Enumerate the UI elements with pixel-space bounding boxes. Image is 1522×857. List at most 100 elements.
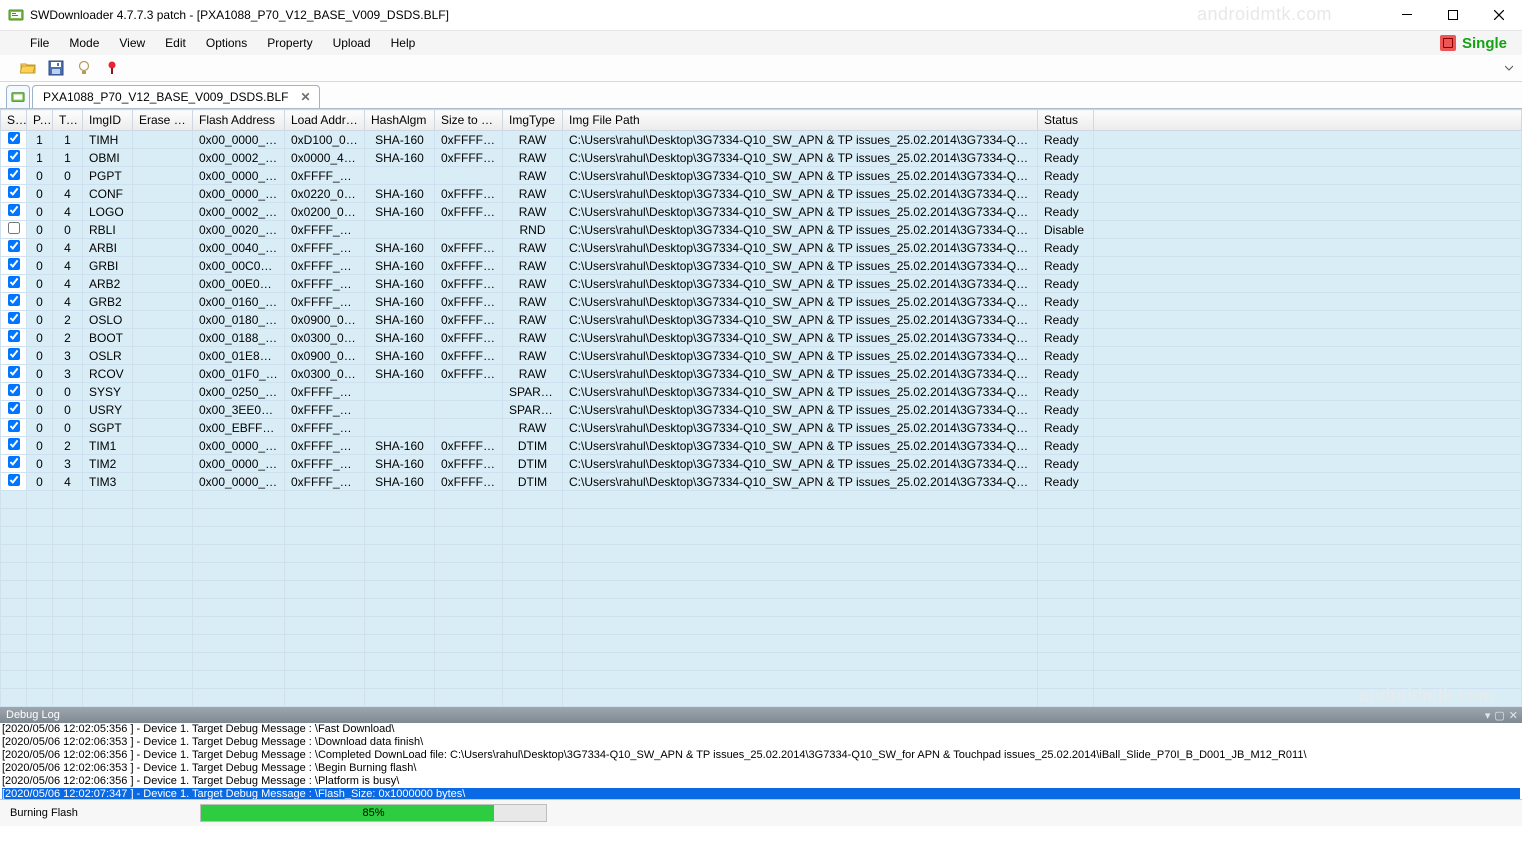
row-checkbox[interactable] <box>1 257 27 275</box>
cell-type: RAW <box>503 419 563 437</box>
debug-log[interactable]: [2020/05/06 12:02:05:356 ] - Device 1. T… <box>0 723 1522 799</box>
row-checkbox[interactable] <box>1 473 27 491</box>
col-path[interactable]: Img File Path <box>563 110 1038 131</box>
row-checkbox[interactable] <box>1 149 27 167</box>
col-p[interactable]: P... <box>27 110 53 131</box>
menu-help[interactable]: Help <box>381 33 426 53</box>
row-checkbox[interactable] <box>1 383 27 401</box>
table-row[interactable]: 03RCOV0x00_01F0_00000x0300_0000SHA-1600x… <box>1 365 1522 383</box>
menu-upload[interactable]: Upload <box>323 33 381 53</box>
col-spacer <box>1094 110 1522 131</box>
cell-hash: SHA-160 <box>365 365 435 383</box>
cell-size <box>435 383 503 401</box>
cell-p: 0 <box>27 221 53 239</box>
pin-button[interactable] <box>102 58 122 78</box>
cell-imgid: ARB2 <box>83 275 133 293</box>
save-button[interactable] <box>46 58 66 78</box>
col-imgid[interactable]: ImgID <box>83 110 133 131</box>
row-checkbox[interactable] <box>1 347 27 365</box>
col-flash[interactable]: Flash Address <box>193 110 285 131</box>
table-row[interactable]: 02BOOT0x00_0188_00000x0300_0000SHA-1600x… <box>1 329 1522 347</box>
row-checkbox[interactable] <box>1 203 27 221</box>
table-row[interactable]: 00RBLI0x00_0020_00000xFFFF_FFFFRNDC:\Use… <box>1 221 1522 239</box>
table-row[interactable]: 04GRB20x00_0160_00000xFFFF_FFFFSHA-1600x… <box>1 293 1522 311</box>
tab-close-icon[interactable]: ✕ <box>299 90 313 104</box>
cell-path: C:\Users\rahul\Desktop\3G7334-Q10_SW_APN… <box>563 329 1038 347</box>
cell-flash: 0x00_01E8_0000 <box>193 347 285 365</box>
col-size[interactable]: Size to Hash <box>435 110 503 131</box>
row-checkbox[interactable] <box>1 239 27 257</box>
table-row[interactable]: 03OSLR0x00_01E8_00000x0900_0000SHA-1600x… <box>1 347 1522 365</box>
table-row[interactable]: 11TIMH0x00_0000_00000xD100_0000SHA-1600x… <box>1 131 1522 149</box>
col-status[interactable]: Status <box>1038 110 1094 131</box>
table-row[interactable]: 00USRY0x00_3EE0_00000xFFFF_FFFFSPARSEC:\… <box>1 401 1522 419</box>
col-load[interactable]: Load Address <box>285 110 365 131</box>
cell-ti: 4 <box>53 473 83 491</box>
cell-erase <box>133 203 193 221</box>
menu-view[interactable]: View <box>109 33 155 53</box>
cell-path: C:\Users\rahul\Desktop\3G7334-Q10_SW_APN… <box>563 401 1038 419</box>
row-checkbox[interactable] <box>1 275 27 293</box>
row-checkbox[interactable] <box>1 167 27 185</box>
row-checkbox[interactable] <box>1 401 27 419</box>
tab-pin-icon[interactable] <box>6 85 30 108</box>
maximize-button[interactable] <box>1430 0 1476 30</box>
menu-edit[interactable]: Edit <box>155 33 196 53</box>
cell-spacer <box>1094 185 1522 203</box>
cell-erase <box>133 167 193 185</box>
row-checkbox[interactable] <box>1 221 27 239</box>
bulb-button[interactable] <box>74 58 94 78</box>
table-row[interactable]: 02TIM10x00_0000_54000xFFFF_FFFFSHA-1600x… <box>1 437 1522 455</box>
row-checkbox[interactable] <box>1 311 27 329</box>
menu-property[interactable]: Property <box>257 33 322 53</box>
cell-spacer <box>1094 239 1522 257</box>
menubar: File Mode View Edit Options Property Upl… <box>0 31 1522 55</box>
table-row[interactable]: 04ARB20x00_00E0_00000xFFFF_FFFFSHA-1600x… <box>1 275 1522 293</box>
table-row[interactable]: 04ARBI0x00_0040_00000xFFFF_FFFFSHA-1600x… <box>1 239 1522 257</box>
menu-mode[interactable]: Mode <box>59 33 109 53</box>
row-checkbox[interactable] <box>1 293 27 311</box>
table-row[interactable]: 04CONF0x00_0000_84000x0220_0000SHA-1600x… <box>1 185 1522 203</box>
col-type[interactable]: ImgType <box>503 110 563 131</box>
cell-type: RAW <box>503 347 563 365</box>
row-checkbox[interactable] <box>1 455 27 473</box>
cell-flash: 0x00_0020_0000 <box>193 221 285 239</box>
open-file-button[interactable] <box>18 58 38 78</box>
cell-load: 0xFFFF_FFFF <box>285 239 365 257</box>
toolbar-overflow-button[interactable] <box>1502 61 1516 75</box>
cell-spacer <box>1094 293 1522 311</box>
row-checkbox[interactable] <box>1 419 27 437</box>
col-erase[interactable]: Erase Si... <box>133 110 193 131</box>
cell-ti: 4 <box>53 203 83 221</box>
col-sel[interactable]: S... <box>1 110 27 131</box>
cell-flash: 0x00_0040_0000 <box>193 239 285 257</box>
table-row[interactable]: 04LOGO0x00_0002_00000x0200_0000SHA-1600x… <box>1 203 1522 221</box>
row-checkbox[interactable] <box>1 437 27 455</box>
tab-file[interactable]: PXA1088_P70_V12_BASE_V009_DSDS.BLF ✕ <box>32 85 320 108</box>
table-row[interactable]: 02OSLO0x00_0180_00000x0900_0000SHA-1600x… <box>1 311 1522 329</box>
table-row[interactable]: 04GRBI0x00_00C0_00000xFFFF_FFFFSHA-1600x… <box>1 257 1522 275</box>
table-row[interactable]: 00SGPT0x00_EBFF_BE000xFFFF_FFFFRAWC:\Use… <box>1 419 1522 437</box>
minimize-button[interactable] <box>1384 0 1430 30</box>
row-checkbox[interactable] <box>1 131 27 149</box>
table-row[interactable]: 11OBMI0x00_0002_00000x0000_4000SHA-1600x… <box>1 149 1522 167</box>
col-ti[interactable]: Ti... <box>53 110 83 131</box>
cell-p: 0 <box>27 167 53 185</box>
table-row[interactable]: 00PGPT0x00_0000_00000xFFFF_FFFFRAWC:\Use… <box>1 167 1522 185</box>
close-button[interactable] <box>1476 0 1522 30</box>
menu-options[interactable]: Options <box>196 33 257 53</box>
panel-pin-icon[interactable]: ▢ <box>1494 709 1504 722</box>
table-row[interactable]: 04TIM30x00_0000_74000xFFFF_FFFFSHA-1600x… <box>1 473 1522 491</box>
cell-path: C:\Users\rahul\Desktop\3G7334-Q10_SW_APN… <box>563 275 1038 293</box>
col-hash[interactable]: HashAlgm <box>365 110 435 131</box>
panel-close-icon[interactable]: ✕ <box>1509 709 1518 722</box>
panel-menu-icon[interactable]: ▾ <box>1485 709 1491 722</box>
table-row[interactable]: 00SYSY0x00_0250_00000xFFFF_FFFFSPARSEC:\… <box>1 383 1522 401</box>
row-checkbox[interactable] <box>1 185 27 203</box>
row-checkbox[interactable] <box>1 365 27 383</box>
cell-ti: 0 <box>53 401 83 419</box>
cell-p: 0 <box>27 347 53 365</box>
row-checkbox[interactable] <box>1 329 27 347</box>
menu-file[interactable]: File <box>20 33 59 53</box>
table-row[interactable]: 03TIM20x00_0000_64000xFFFF_FFFFSHA-1600x… <box>1 455 1522 473</box>
